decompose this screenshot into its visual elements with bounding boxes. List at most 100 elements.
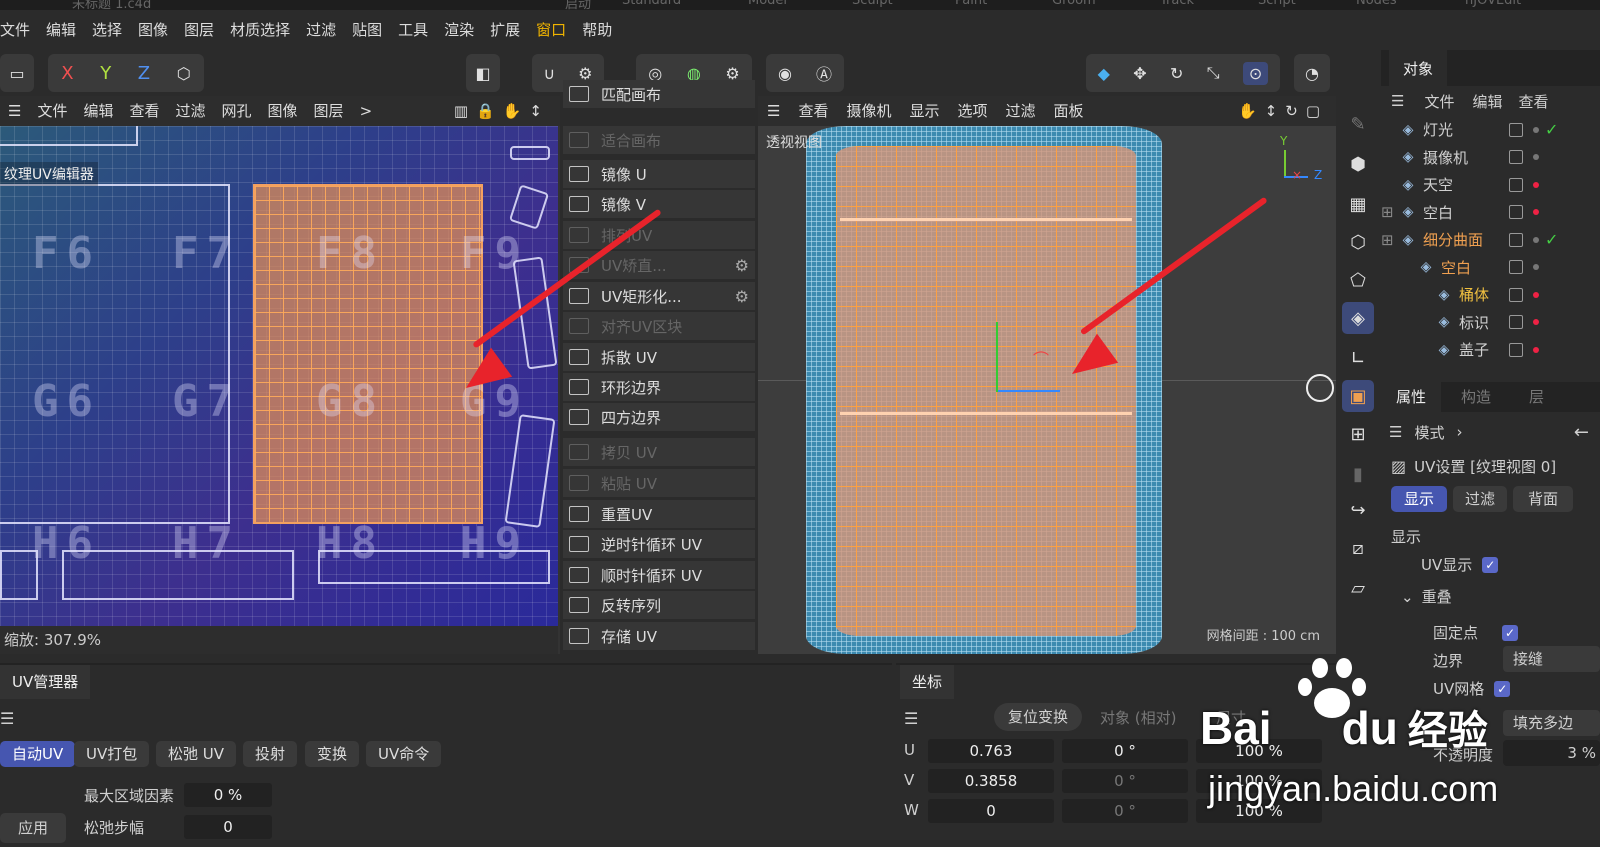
ws-tab[interactable]: nJOVEdit <box>1465 0 1521 8</box>
object-name[interactable]: 空白 <box>1441 257 1471 278</box>
file-tab[interactable]: 未标题 1.c4d <box>72 0 151 10</box>
snap-square-icon[interactable]: ◧ <box>466 54 500 92</box>
render-icon[interactable]: ◔ <box>1294 54 1330 92</box>
object-name[interactable]: 细分曲面 <box>1423 229 1483 250</box>
coord-scale-field[interactable]: 100 % <box>1196 739 1322 763</box>
fill-select[interactable]: 填充多边 <box>1503 710 1600 736</box>
ws-tab[interactable]: Track <box>1160 0 1194 8</box>
select-icon[interactable]: ⊙ <box>1242 61 1269 85</box>
rotate-icon[interactable]: ↻ <box>1170 64 1183 83</box>
floor-icon[interactable]: ▱ <box>1342 572 1374 604</box>
uv-menu-view[interactable]: 查看 <box>121 96 167 126</box>
axis-x-toggle[interactable]: X <box>61 63 73 84</box>
object-tree-row[interactable]: ◈ 桶体 <box>1381 281 1600 308</box>
tab-attributes[interactable]: 属性 <box>1381 382 1441 412</box>
uv-command-item[interactable]: 顺时针循环 UV <box>563 561 755 590</box>
uv-command-item[interactable]: 环形边界 <box>563 373 755 402</box>
visibility-dot[interactable] <box>1533 126 1539 133</box>
coord-scale-field[interactable]: 100 % <box>1196 769 1322 793</box>
cube-icon[interactable]: ◆ <box>1098 64 1110 83</box>
object-name[interactable]: 空白 <box>1423 202 1453 223</box>
apply-button[interactable]: 应用 <box>0 813 66 843</box>
z-axis-gizmo[interactable] <box>998 390 1060 392</box>
menu-select[interactable]: 选择 <box>84 10 130 50</box>
uv-command-item[interactable]: 适合画布 <box>563 126 755 155</box>
edit-toggle-icon[interactable] <box>1509 205 1523 219</box>
eye-icon[interactable]: ◉ <box>778 64 792 83</box>
uv-command-item[interactable]: 重置UV <box>563 500 755 529</box>
vp-menu-options[interactable]: 选项 <box>949 96 997 126</box>
menu-file[interactable]: 文件 <box>0 10 38 50</box>
coord-rot-field[interactable]: 0 ° <box>1062 799 1188 823</box>
viewport-canvas[interactable]: ⌒ Y × Z 透视视图 网格间距 : 100 cm <box>758 126 1336 654</box>
vp-menu-filter[interactable]: 过滤 <box>997 96 1045 126</box>
chevron-right-icon[interactable]: › <box>1456 423 1462 441</box>
edit-toggle-icon[interactable] <box>1509 315 1523 329</box>
uv-command-item[interactable]: 四方边界 <box>563 403 755 432</box>
polygon-mode-icon[interactable]: ◈ <box>1342 302 1374 334</box>
uv-command-item[interactable]: 对齐UV区块 <box>563 312 755 341</box>
uv-point-icon[interactable]: ▣ <box>1342 380 1374 412</box>
uv-command-item[interactable]: 拆散 UV <box>563 343 755 372</box>
object-tree-row[interactable]: ◈ 摄像机 <box>1381 144 1600 171</box>
coord-rot-field[interactable]: 0 ° <box>1062 769 1188 793</box>
object-name[interactable]: 盖子 <box>1459 339 1489 360</box>
subtab-display[interactable]: 显示 <box>1391 486 1447 512</box>
auto-icon[interactable]: Ⓐ <box>816 61 832 85</box>
object-tree-row[interactable]: ◈ 盖子 <box>1381 336 1600 363</box>
object-name[interactable]: 灯光 <box>1423 119 1453 140</box>
magnet-icon[interactable]: ∪ <box>543 64 555 83</box>
coord-pos-field[interactable]: 0.3858 <box>928 769 1054 793</box>
tab-layer[interactable]: 层 <box>1529 382 1544 412</box>
obj-menu-file[interactable]: 文件 <box>1414 91 1464 112</box>
uv-command-item[interactable]: 反转序列 <box>563 591 755 620</box>
uv-manager-tab[interactable]: UV管理器 <box>0 665 91 699</box>
ws-tab[interactable]: Script <box>1258 0 1296 8</box>
uv-menu-filter[interactable]: 过滤 <box>168 96 214 126</box>
edit-toggle-icon[interactable] <box>1509 122 1523 137</box>
uv-command-item[interactable]: 逆时针循环 UV <box>563 530 755 559</box>
menu-texture[interactable]: 贴图 <box>344 10 390 50</box>
hamburger-icon[interactable]: ☰ <box>1389 423 1402 441</box>
hamburger-icon[interactable]: ☰ <box>0 709 14 728</box>
edit-toggle-icon[interactable] <box>1509 177 1523 192</box>
auto-uv-button[interactable]: 自动UV <box>0 741 76 767</box>
border-select[interactable]: 接缝 <box>1503 646 1600 672</box>
menu-material-select[interactable]: 材质选择 <box>222 10 298 50</box>
object-name[interactable]: 摄像机 <box>1423 147 1468 168</box>
visibility-dot[interactable] <box>1533 291 1539 298</box>
subtab-backface[interactable]: 背面 <box>1513 486 1573 512</box>
axis-z-toggle[interactable]: Z <box>138 63 150 84</box>
subtab-filter[interactable]: 过滤 <box>1453 486 1507 512</box>
edit-toggle-icon[interactable] <box>1509 260 1523 274</box>
object-tree-row[interactable]: ◈ 空白 <box>1381 254 1600 281</box>
edge-mode-icon[interactable]: ⬠ <box>1342 264 1374 296</box>
menu-layer[interactable]: 图层 <box>176 10 222 50</box>
reset-transform-button[interactable]: 复位变换 <box>994 703 1083 731</box>
ws-tab[interactable]: Paint <box>955 0 987 8</box>
snap-hook-icon[interactable]: ↪ <box>1342 494 1374 526</box>
uv-command-item[interactable]: 存储 UV <box>563 622 755 651</box>
edit-toggle-icon[interactable] <box>1509 287 1523 302</box>
coord-pos-field[interactable]: 0.763 <box>928 739 1054 763</box>
object-name[interactable]: 天空 <box>1423 174 1453 195</box>
enabled-check-icon[interactable]: ✓ <box>1545 230 1558 249</box>
uv-command-item[interactable]: 粘贴 UV <box>563 469 755 498</box>
visibility-dot[interactable] <box>1533 346 1539 353</box>
hamburger-icon[interactable]: ☰ <box>0 96 29 126</box>
object-tree-row[interactable]: ◈ 灯光 ✓ <box>1381 116 1600 143</box>
visibility-dot[interactable] <box>1533 264 1539 270</box>
size-select[interactable]: 尺寸 <box>1216 707 1246 728</box>
edit-toggle-icon[interactable] <box>1509 342 1523 357</box>
ws-tab[interactable]: Nodes <box>1356 0 1397 8</box>
coord-pos-field[interactable]: 0 <box>928 799 1054 823</box>
overlay-group[interactable]: ⌄ 重叠 <box>1401 586 1452 607</box>
uv-menu-file[interactable]: 文件 <box>29 96 75 126</box>
transform-button[interactable]: 变换 <box>305 741 360 767</box>
y-axis-gizmo[interactable] <box>996 322 998 392</box>
uv-menu-mesh[interactable]: 网孔 <box>214 96 260 126</box>
project-button[interactable]: 投射 <box>243 741 298 767</box>
viewport-nav-icons[interactable]: ✋↕↻▢ <box>1238 102 1336 120</box>
visibility-dot[interactable] <box>1533 319 1539 325</box>
object-relative-select[interactable]: 对象 (相对) <box>1100 707 1176 728</box>
